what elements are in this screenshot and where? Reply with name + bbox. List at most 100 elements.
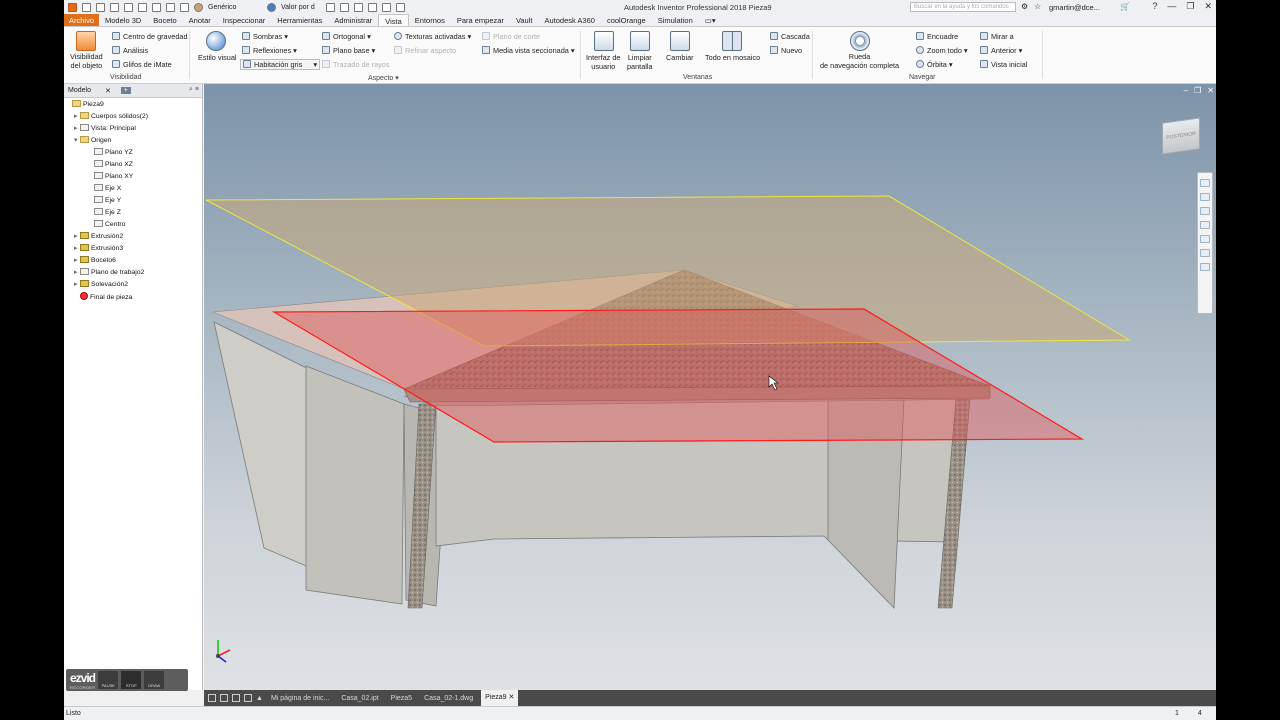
viewport-restore-icon[interactable]: ❐ <box>1194 86 1201 95</box>
help-search-input[interactable]: Buscar en la ayuda y los comandos <box>910 2 1016 12</box>
help-button[interactable]: ? <box>1152 1 1157 12</box>
app-menu-icon[interactable] <box>68 2 77 12</box>
switch-window-button[interactable]: Cambiar <box>666 53 694 62</box>
object-visibility-icon[interactable] <box>76 31 96 51</box>
clear-icon[interactable] <box>340 2 349 12</box>
tree-node[interactable]: ▸ Plano de trabajo2 <box>74 268 144 278</box>
tab-vault[interactable]: Vault <box>510 14 539 26</box>
tree-node[interactable]: ▸ Cuerpos sólidos(2) <box>74 112 148 122</box>
tree-node[interactable]: ▸ Boceto6 <box>74 256 116 266</box>
doc-tab-pieza5[interactable]: Pieza5 <box>387 695 416 702</box>
minimize-button[interactable]: — <box>1167 1 1176 12</box>
nav-zoom-window-icon[interactable] <box>1200 249 1210 257</box>
tree-node[interactable]: Pieza9 <box>66 100 104 110</box>
tab-inspeccionar[interactable]: Inspeccionar <box>217 14 272 26</box>
viewport-minimize-icon[interactable]: – <box>1184 86 1188 95</box>
gray-room-select[interactable]: Habitación gris ▾ <box>240 59 320 70</box>
tab-anotar[interactable]: Anotar <box>183 14 217 26</box>
tree-node[interactable]: ▸ Solevación2 <box>74 280 128 290</box>
user-interface-button[interactable]: Interfaz de usuario <box>586 53 620 71</box>
doc-tab-casa02-ipt[interactable]: Casa_02.ipt <box>337 695 382 702</box>
pan-button[interactable]: Encuadre <box>916 32 958 41</box>
restore-button[interactable]: ❐ <box>1186 1 1194 12</box>
settings-icon[interactable] <box>396 2 405 12</box>
textures-on-button[interactable]: Texturas activadas ▾ <box>394 32 471 41</box>
add-browser-tab-icon[interactable]: + <box>120 87 131 94</box>
select-icon[interactable] <box>180 2 189 12</box>
exchange-icon[interactable]: ⚙ <box>1021 2 1028 11</box>
tab-archivo[interactable]: Archivo <box>64 14 100 26</box>
tab-more-icon[interactable]: ▭▾ <box>699 14 722 26</box>
browser-search-icon[interactable]: ⌕ ≡ <box>189 86 199 94</box>
nav-orbit-icon[interactable] <box>1200 221 1210 229</box>
split-icon[interactable] <box>244 694 252 702</box>
tree-node[interactable]: ▾ Origen <box>74 136 111 146</box>
tree-node[interactable]: Eje Y <box>88 196 121 206</box>
imate-glyphs-button[interactable]: Glifos de iMate <box>112 60 172 69</box>
half-section-view-button[interactable]: Media vista seccionada ▾ <box>482 46 575 55</box>
tab-autodesk-a360[interactable]: Autodesk A360 <box>538 14 600 26</box>
visual-style-button[interactable]: Estilo visual <box>198 53 237 62</box>
adjust-icon[interactable] <box>326 2 335 12</box>
tab-menu-icon[interactable]: ▲ <box>256 695 263 702</box>
tree-node[interactable]: Eje Z <box>88 208 121 218</box>
tree-node[interactable]: Eje X <box>88 184 121 194</box>
cascade-windows-icon[interactable] <box>220 694 228 702</box>
graphics-viewport[interactable]: – ❐ ✕ POSTERIOR <box>204 84 1216 690</box>
tile-all-icon[interactable] <box>722 31 742 51</box>
orthographic-button[interactable]: Ortogonal ▾ <box>322 32 371 41</box>
nav-look-at-icon[interactable] <box>1200 235 1210 243</box>
tab-entornos[interactable]: Entornos <box>409 14 451 26</box>
recorder-stop-button[interactable]: STOP <box>121 671 142 689</box>
tree-node[interactable]: ▸ Vista: Principal <box>74 124 136 134</box>
tree-node[interactable]: Centro <box>88 220 125 230</box>
tree-node[interactable]: Plano XZ <box>88 160 133 170</box>
tab-para-empezar[interactable]: Para empezar <box>451 14 510 26</box>
browser-tab-model[interactable]: Modelo <box>68 87 91 94</box>
clean-screen-button[interactable]: Limpiar pantalla <box>627 53 653 71</box>
zoom-all-button[interactable]: Zoom todo ▾ <box>916 46 968 55</box>
tab-coolorange[interactable]: coolOrange <box>601 14 652 26</box>
user-account[interactable]: gmartin@dce... <box>1049 3 1100 12</box>
ground-plane-button[interactable]: Plano base ▾ <box>322 46 375 55</box>
tile-all-button[interactable]: Todo en mosaico <box>705 53 760 62</box>
recorder-draw-button[interactable]: DRAW <box>144 671 165 689</box>
fx-icon[interactable] <box>354 2 363 12</box>
tab-herramientas[interactable]: Herramientas <box>271 14 328 26</box>
recorder-pause-button[interactable]: PAUSE <box>98 671 119 689</box>
center-of-gravity-button[interactable]: Centro de gravedad <box>112 32 188 41</box>
viewport-close-icon[interactable]: ✕ <box>1207 86 1214 95</box>
home-icon[interactable] <box>152 2 161 12</box>
open-icon[interactable] <box>96 2 105 12</box>
analysis-button[interactable]: Análisis <box>112 46 148 55</box>
nav-pan-icon[interactable] <box>1200 193 1210 201</box>
shadows-button[interactable]: Sombras ▾ <box>242 32 288 41</box>
tree-node[interactable]: ▸ Extrusión2 <box>74 232 123 242</box>
object-visibility-button[interactable]: Visibilidad del objeto <box>70 52 103 70</box>
tree-node[interactable]: Plano YZ <box>88 148 133 158</box>
doc-tab-pieza9[interactable]: Pieza9 ✕ <box>481 690 519 706</box>
cube-icon[interactable] <box>382 2 391 12</box>
switch-window-icon[interactable] <box>670 31 690 51</box>
nav-zoom-icon[interactable] <box>1200 207 1210 215</box>
new-icon[interactable] <box>82 2 91 12</box>
new-window-button[interactable]: Nuevo <box>770 46 802 55</box>
look-at-button[interactable]: Mirar a <box>980 32 1014 41</box>
update-icon[interactable] <box>166 2 175 12</box>
close-tab-icon[interactable]: ✕ <box>508 694 514 701</box>
tree-node[interactable]: Final de pieza <box>74 292 132 303</box>
close-button[interactable]: ✕ <box>1204 1 1212 12</box>
previous-view-button[interactable]: Anterior ▾ <box>980 46 1022 55</box>
tree-node[interactable]: Plano XY <box>88 172 133 182</box>
visual-style-icon[interactable] <box>206 31 226 51</box>
nav-wheel-icon[interactable] <box>1200 179 1210 187</box>
doc-tab-home[interactable]: Mi página de inic... <box>267 695 333 702</box>
clean-screen-icon[interactable] <box>630 31 650 51</box>
nav-home-icon[interactable] <box>1200 263 1210 271</box>
undo-icon[interactable] <box>124 2 133 12</box>
arrange-icon[interactable] <box>232 694 240 702</box>
material-select[interactable]: Genérico <box>208 4 262 11</box>
tile-windows-icon[interactable] <box>208 694 216 702</box>
orbit-button[interactable]: Órbita ▾ <box>916 60 953 69</box>
tab-vista[interactable]: Vista <box>378 14 409 26</box>
